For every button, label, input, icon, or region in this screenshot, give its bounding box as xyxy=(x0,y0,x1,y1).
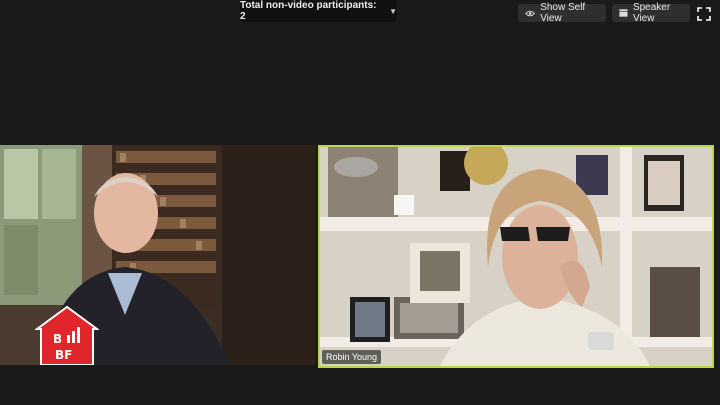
logo-text-top: B xyxy=(53,332,62,346)
speaker-view-button[interactable]: Speaker View xyxy=(612,2,690,24)
show-self-view-label: Show Self View xyxy=(540,2,586,24)
speaker-view-icon xyxy=(619,9,628,17)
video-tile-robin-young[interactable]: Robin Young xyxy=(318,145,714,368)
logo-text-bottom: BF xyxy=(55,348,72,362)
chevron-down-icon: ▼ xyxy=(389,6,397,16)
speaker-view-label: Speaker View xyxy=(632,2,671,24)
participant-name-tag: Robin Young xyxy=(322,350,382,364)
video-tile-left[interactable]: B BF xyxy=(0,145,316,365)
video-feed-right xyxy=(320,147,712,366)
eye-icon xyxy=(525,10,535,16)
fullscreen-icon[interactable] xyxy=(697,7,711,21)
participants-dropdown[interactable]: Total non-video participants: 2 ▼ xyxy=(240,0,397,22)
bbf-logo: B BF xyxy=(35,305,99,365)
show-self-view-button[interactable]: Show Self View xyxy=(518,2,606,24)
participants-label: Total non-video participants: 2 xyxy=(240,0,377,22)
